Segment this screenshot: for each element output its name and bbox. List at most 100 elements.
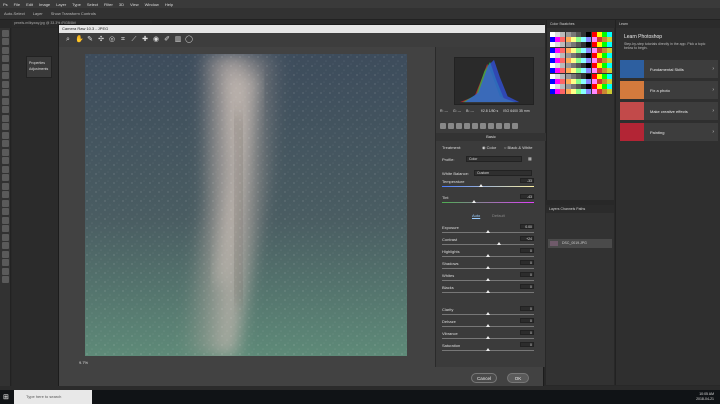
menu-item[interactable]: Select (87, 2, 98, 7)
tool-icon[interactable] (2, 165, 9, 173)
tool-icon[interactable] (2, 140, 9, 147)
effects-icon[interactable] (488, 123, 494, 129)
menu-item[interactable]: Filter (104, 2, 113, 7)
menu-item[interactable]: Edit (26, 2, 33, 7)
menu-item[interactable]: File (14, 2, 20, 7)
tool-icon[interactable] (2, 55, 9, 62)
radial-filter-icon[interactable]: ◯ (185, 36, 193, 44)
slider-value-field[interactable]: 0 (520, 260, 534, 265)
tool-icon[interactable] (2, 182, 9, 190)
slider-value-field[interactable]: 0 (520, 330, 534, 335)
cancel-button[interactable]: Cancel (471, 373, 497, 383)
learn-card-fundamental[interactable]: Fundamental Skills › (620, 60, 718, 78)
swatches-tabs[interactable]: Color Swatches (547, 20, 615, 28)
hsl-icon[interactable] (464, 123, 470, 129)
tool-icon[interactable] (2, 191, 9, 198)
hand-tool-icon[interactable]: ✋ (75, 36, 84, 44)
menu-item[interactable]: Ps (3, 2, 8, 7)
split-toning-icon[interactable] (472, 123, 478, 129)
slider-value-field[interactable]: 0 (520, 272, 534, 277)
slider-value-field[interactable]: -33 (520, 178, 534, 183)
detail-icon[interactable] (456, 123, 462, 129)
option-item[interactable]: Auto-Select (4, 11, 25, 16)
tool-icon[interactable] (2, 225, 9, 232)
menu-item[interactable]: Image (39, 2, 50, 7)
red-eye-icon[interactable]: ◉ (152, 36, 160, 44)
tool-icon[interactable] (2, 148, 9, 156)
menu-item[interactable]: 3D (119, 2, 124, 7)
menu-item[interactable]: View (130, 2, 139, 7)
slider-thumb[interactable] (486, 324, 490, 327)
tool-icon[interactable] (2, 276, 9, 283)
tool-icon[interactable] (2, 72, 9, 79)
slider-track[interactable] (442, 202, 534, 203)
spot-removal-icon[interactable]: ✚ (141, 36, 149, 44)
tool-icon[interactable] (2, 250, 9, 258)
slider-value-field[interactable]: 0 (520, 342, 534, 347)
profile-select[interactable]: Color (466, 156, 522, 162)
adjustments-item[interactable]: Adjustments (29, 67, 49, 71)
tool-icon[interactable] (2, 242, 9, 249)
tool-icon[interactable] (2, 89, 9, 96)
learn-tab[interactable]: Learn (616, 20, 720, 28)
menu-item[interactable]: Help (165, 2, 173, 7)
tool-icon[interactable] (2, 174, 9, 181)
slider-thumb[interactable] (486, 336, 490, 339)
slider-thumb[interactable] (486, 290, 490, 293)
brush-icon[interactable]: ✐ (163, 36, 171, 44)
slider-value-field[interactable]: 0 (520, 248, 534, 253)
windows-start-icon[interactable]: ⊞ (3, 393, 9, 401)
wb-select[interactable]: Custom (474, 170, 532, 176)
slider-value-field[interactable]: -43 (520, 194, 534, 199)
tool-icon[interactable] (2, 199, 9, 207)
properties-item[interactable]: Properties (29, 61, 49, 65)
slider-thumb[interactable] (486, 254, 490, 257)
tool-icon[interactable] (2, 216, 9, 224)
graduated-filter-icon[interactable]: ▥ (174, 36, 182, 44)
learn-card-fix-photo[interactable]: Fix a photo › (620, 81, 718, 99)
color-sampler-icon[interactable]: ✣ (97, 36, 105, 44)
slider-track[interactable] (442, 186, 534, 187)
slider-thumb[interactable] (486, 230, 490, 233)
learn-card-painting[interactable]: Painting › (620, 123, 718, 141)
slider-thumb[interactable] (486, 266, 490, 269)
option-item[interactable]: Show Transform Controls (51, 11, 96, 16)
menu-item[interactable]: Type (72, 2, 81, 7)
slider-value-field[interactable]: 0.00 (520, 224, 534, 229)
tool-icon[interactable] (2, 157, 9, 164)
treatment-color-radio[interactable]: ◉ Color (482, 145, 496, 150)
profile-browser-icon[interactable]: ▦ (528, 156, 532, 161)
tool-icon[interactable] (2, 29, 9, 37)
tool-icon[interactable] (2, 38, 9, 45)
tool-icon[interactable] (2, 46, 9, 54)
slider-thumb[interactable] (486, 278, 490, 281)
learn-card-creative[interactable]: Make creative effects › (620, 102, 718, 120)
tool-icon[interactable] (2, 114, 9, 122)
tool-icon[interactable] (2, 131, 9, 139)
tool-icon[interactable] (2, 259, 9, 266)
slider-value-field[interactable]: 0 (520, 284, 534, 289)
menu-item[interactable]: Layer (56, 2, 66, 7)
treatment-bw-radio[interactable]: ○ Black & White (504, 145, 532, 150)
photo-preview[interactable] (85, 54, 407, 356)
slider-value-field[interactable]: +24 (520, 236, 534, 241)
slider-track[interactable] (442, 244, 534, 245)
tone-curve-icon[interactable] (448, 123, 454, 129)
crop-tool-icon[interactable]: ⌗ (119, 36, 127, 44)
tool-icon[interactable] (2, 123, 9, 130)
straighten-icon[interactable]: ⟋ (130, 36, 138, 44)
zoom-tool-icon[interactable]: ⌕ (64, 36, 72, 44)
calibration-icon[interactable] (496, 123, 502, 129)
basic-tab-icon[interactable] (440, 123, 446, 129)
tool-icon[interactable] (2, 80, 9, 88)
white-balance-tool-icon[interactable]: ✎ (86, 36, 94, 44)
slider-value-field[interactable]: 0 (520, 318, 534, 323)
lens-icon[interactable] (480, 123, 486, 129)
slider-thumb[interactable] (486, 348, 490, 351)
tool-icon[interactable] (2, 233, 9, 241)
tool-icon[interactable] (2, 106, 9, 113)
snapshots-icon[interactable] (512, 123, 518, 129)
tool-icon[interactable] (2, 63, 9, 71)
option-item[interactable]: Layer (33, 11, 43, 16)
slider-thumb[interactable] (497, 242, 502, 245)
